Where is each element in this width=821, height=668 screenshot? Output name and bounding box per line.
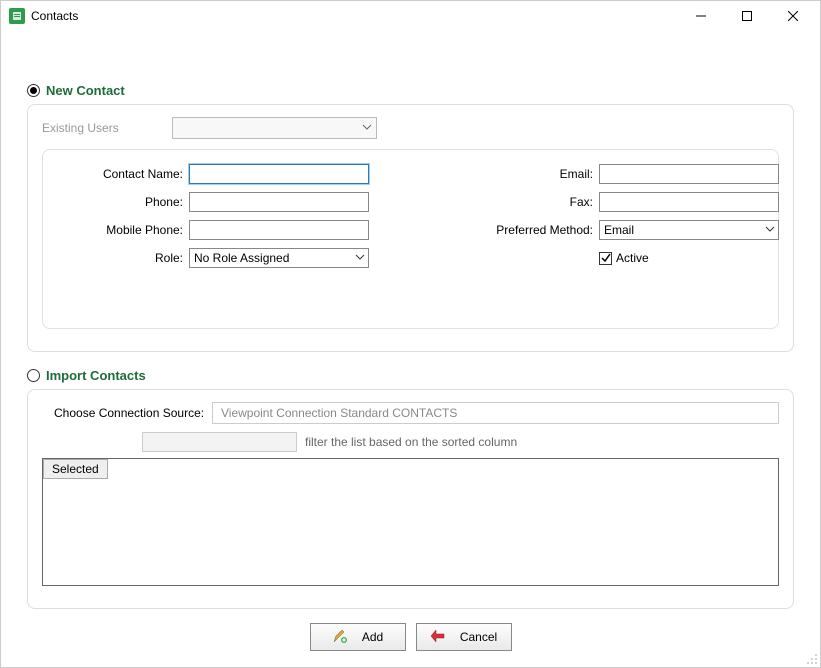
close-button[interactable] <box>770 1 816 31</box>
active-checkbox-row[interactable]: Active <box>599 251 779 265</box>
fax-label: Fax: <box>469 195 599 209</box>
phone-input[interactable] <box>189 192 369 212</box>
connection-source-dropdown[interactable]: Viewpoint Connection Standard CONTACTS <box>212 402 779 424</box>
role-value: No Role Assigned <box>194 251 289 265</box>
chevron-down-icon <box>355 251 365 265</box>
connection-source-label: Choose Connection Source: <box>42 406 212 420</box>
contact-fields-panel: Contact Name: Email: Phone: Fax: Mobile … <box>42 149 779 329</box>
add-icon <box>332 628 348 647</box>
import-contacts-label: Import Contacts <box>46 368 146 383</box>
cancel-button-label: Cancel <box>460 630 497 644</box>
app-icon <box>9 8 25 24</box>
filter-hint: filter the list based on the sorted colu… <box>305 435 517 449</box>
import-contacts-radio-row[interactable]: Import Contacts <box>27 368 794 383</box>
contact-name-input[interactable] <box>189 164 369 184</box>
filter-row: filter the list based on the sorted colu… <box>142 432 779 452</box>
maximize-button[interactable] <box>724 1 770 31</box>
import-contacts-panel: Choose Connection Source: Viewpoint Conn… <box>27 389 794 609</box>
active-label: Active <box>616 251 649 265</box>
active-checkbox[interactable] <box>599 252 612 265</box>
new-contact-radio-row[interactable]: New Contact <box>27 83 794 98</box>
connection-source-row: Choose Connection Source: Viewpoint Conn… <box>42 402 779 424</box>
preferred-method-label: Preferred Method: <box>469 223 599 237</box>
add-button-label: Add <box>362 630 383 644</box>
import-contacts-radio[interactable] <box>27 369 40 382</box>
cancel-button[interactable]: Cancel <box>416 623 512 651</box>
chevron-down-icon <box>362 121 372 135</box>
import-grid[interactable]: Selected <box>42 458 779 586</box>
grid-column-selected[interactable]: Selected <box>43 459 108 479</box>
existing-users-dropdown[interactable] <box>172 117 377 139</box>
add-button[interactable]: Add <box>310 623 406 651</box>
fax-input[interactable] <box>599 192 779 212</box>
email-label: Email: <box>469 167 599 181</box>
phone-label: Phone: <box>59 195 189 209</box>
connection-source-value: Viewpoint Connection Standard CONTACTS <box>221 406 457 420</box>
content-area: New Contact Existing Users Contact Name:… <box>1 31 820 661</box>
cancel-icon <box>430 628 446 647</box>
dialog-buttons: Add Cancel <box>27 623 794 651</box>
filter-input[interactable] <box>142 432 297 452</box>
existing-users-label: Existing Users <box>42 121 172 135</box>
mobile-phone-input[interactable] <box>189 220 369 240</box>
existing-users-row: Existing Users <box>42 117 779 139</box>
new-contact-panel: Existing Users Contact Name: Email: Phon… <box>27 104 794 352</box>
minimize-button[interactable] <box>678 1 724 31</box>
new-contact-label: New Contact <box>46 83 125 98</box>
chevron-down-icon <box>765 223 775 237</box>
preferred-method-dropdown[interactable]: Email <box>599 220 779 240</box>
mobile-phone-label: Mobile Phone: <box>59 223 189 237</box>
resize-grip[interactable] <box>804 651 818 665</box>
grid-header: Selected <box>43 459 778 479</box>
role-label: Role: <box>59 251 189 265</box>
role-dropdown[interactable]: No Role Assigned <box>189 248 369 268</box>
new-contact-radio[interactable] <box>27 84 40 97</box>
email-input[interactable] <box>599 164 779 184</box>
title-bar: Contacts <box>1 1 820 31</box>
contact-name-label: Contact Name: <box>59 167 189 181</box>
window-title: Contacts <box>31 9 78 23</box>
preferred-method-value: Email <box>604 223 634 237</box>
